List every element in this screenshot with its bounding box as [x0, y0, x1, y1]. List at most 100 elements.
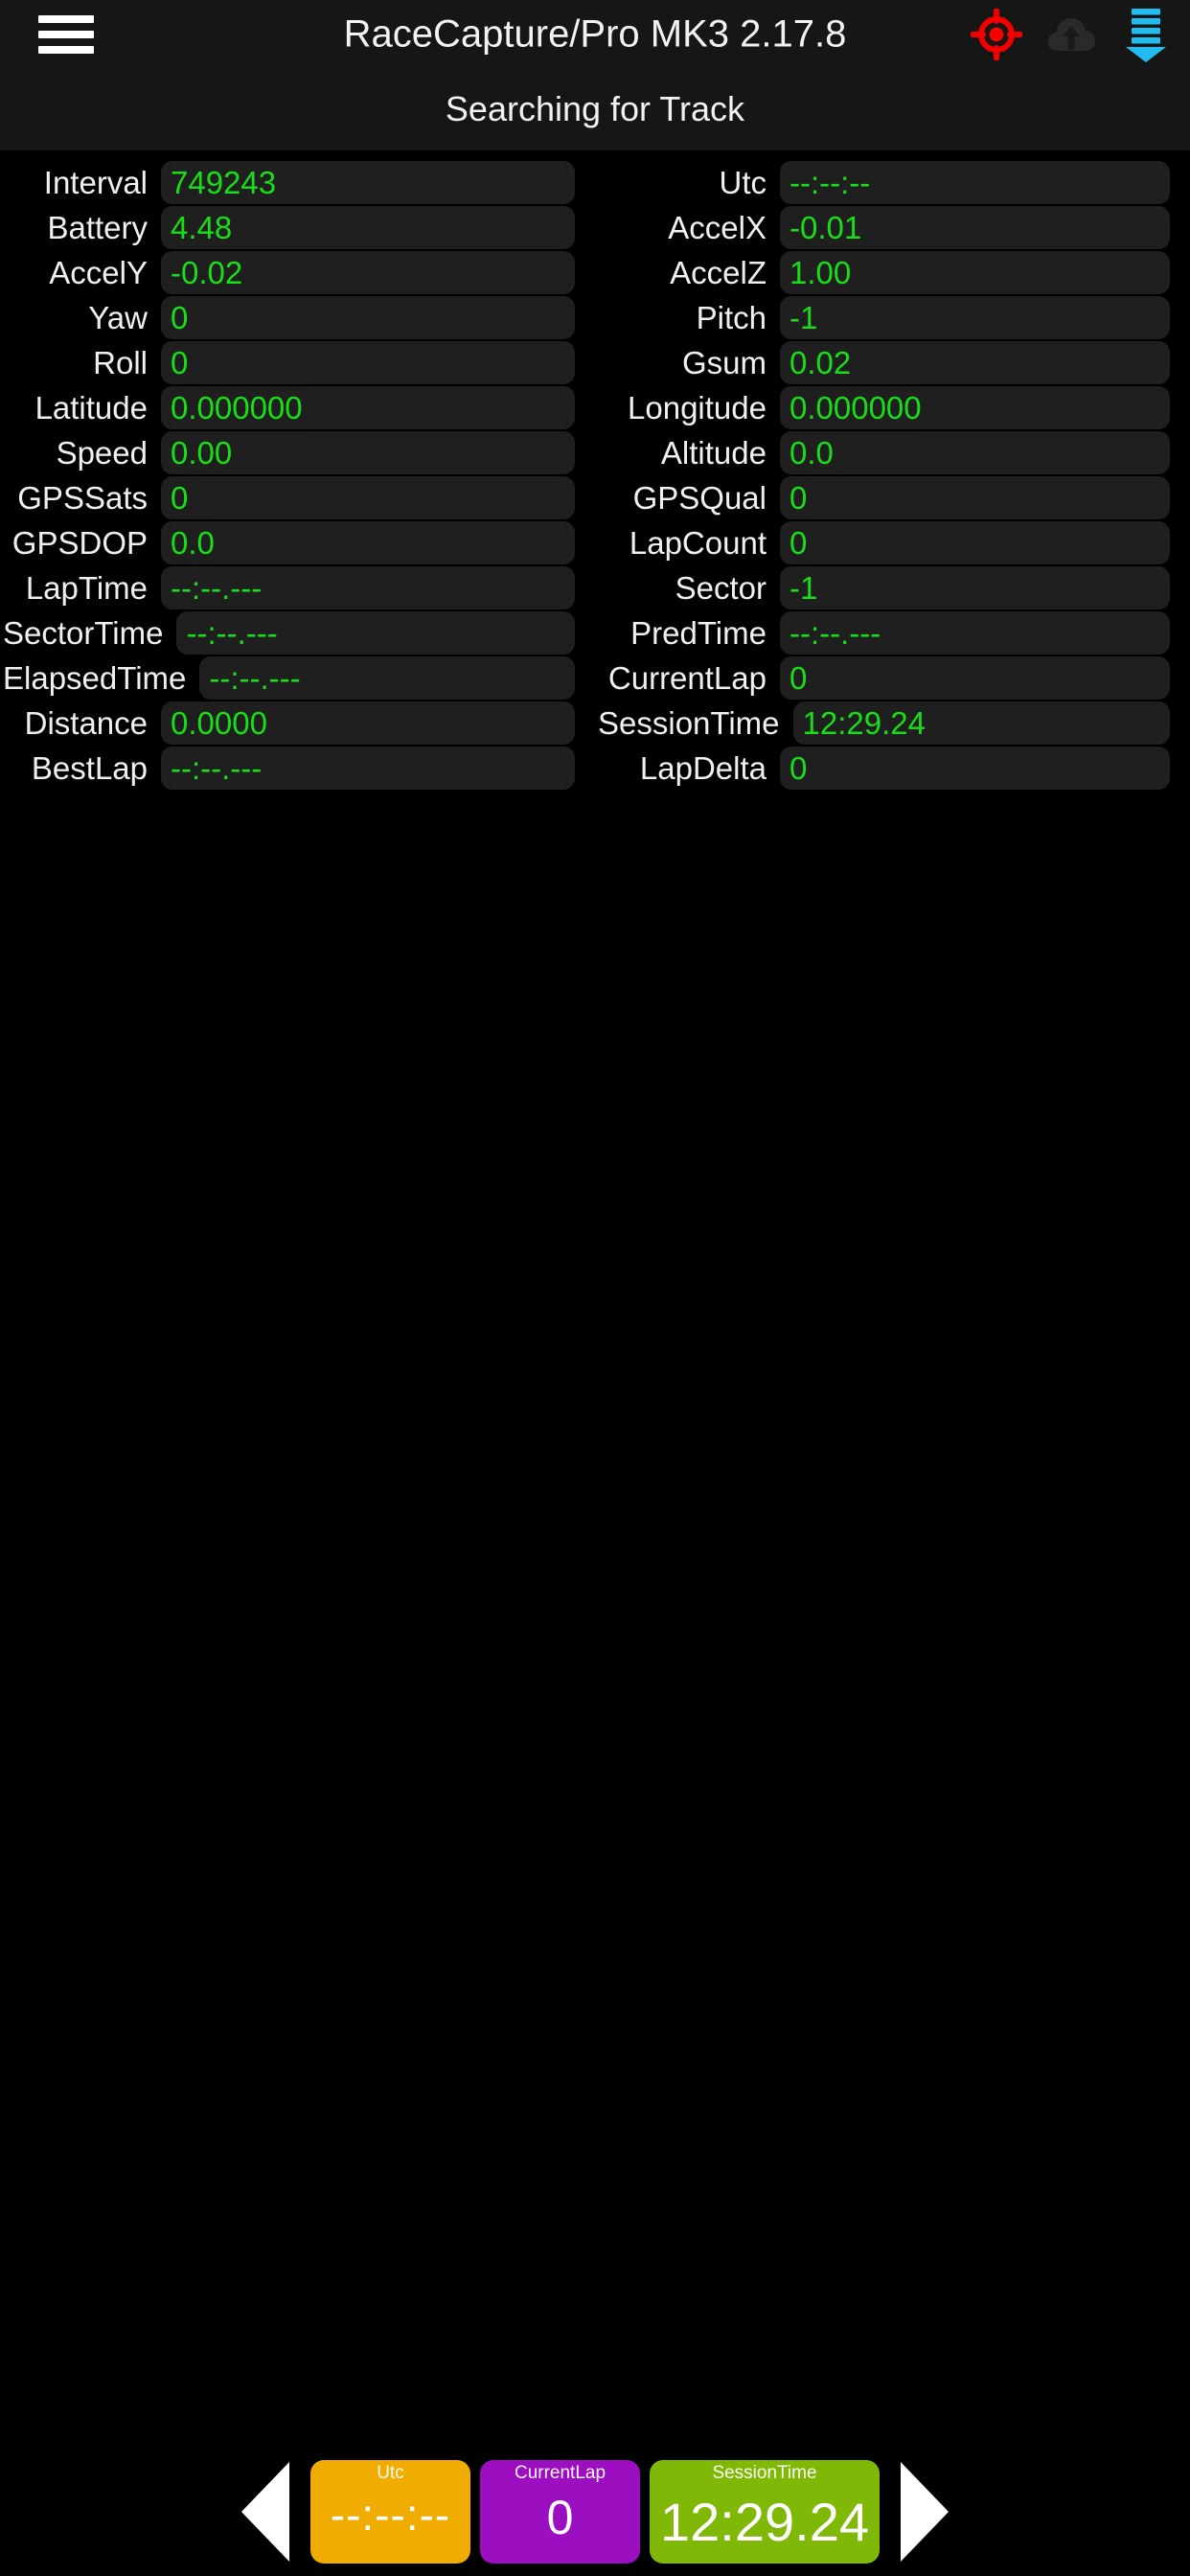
channel-label: AccelZ: [670, 254, 767, 290]
channel-label: Longitude: [628, 389, 767, 426]
channel-cell[interactable]: BestLap --:--.---: [0, 746, 595, 791]
channel-value: 0.0: [171, 525, 215, 561]
channel-cell[interactable]: ElapsedTime --:--.---: [0, 656, 595, 701]
channel-cell[interactable]: Altitude 0.0: [595, 430, 1190, 475]
channel-value-box: 12:29.24: [792, 702, 1170, 745]
channel-cell[interactable]: Gsum 0.02: [595, 340, 1190, 385]
channel-value-box: --:--.---: [161, 566, 575, 610]
channel-label: ElapsedTime: [3, 659, 187, 696]
channel-grid: Interval 749243 Utc --:--:-- Battery 4.48 Acce…: [0, 160, 1190, 791]
channel-value-box: 0.000000: [780, 386, 1170, 429]
channel-label: Sector: [675, 569, 767, 606]
channel-value-box: 0: [161, 476, 575, 519]
channel-value: -0.01: [790, 210, 862, 245]
channel-cell[interactable]: GPSQual 0: [595, 475, 1190, 520]
channel-cell[interactable]: AccelY -0.02: [0, 250, 595, 295]
channel-cell[interactable]: LapTime --:--.---: [0, 565, 595, 610]
channel-cell[interactable]: GPSDOP 0.0: [0, 520, 595, 565]
channel-label: Pitch: [696, 299, 767, 335]
arrow-left-icon[interactable]: [232, 2459, 299, 2564]
channel-value: 0: [171, 345, 189, 380]
channel-cell[interactable]: Utc --:--:--: [595, 160, 1190, 205]
channel-cell[interactable]: SessionTime 12:29.24: [595, 701, 1190, 746]
channel-cell[interactable]: PredTime --:--.---: [595, 610, 1190, 656]
channel-value: 0: [790, 525, 808, 561]
channel-label: Utc: [719, 164, 767, 200]
telemetry-download-icon[interactable]: [1119, 8, 1173, 62]
channel-value-box: 0: [780, 747, 1170, 790]
channel-label: Interval: [43, 164, 148, 200]
channel-cell[interactable]: Roll 0: [0, 340, 595, 385]
channel-label: LapTime: [25, 569, 148, 606]
channel-value-box: --:--.---: [176, 611, 575, 655]
channel-value-box: 4.48: [161, 206, 575, 249]
channel-value: --:--.---: [171, 570, 263, 606]
channel-cell[interactable]: GPSSats 0: [0, 475, 595, 520]
gauge-tile[interactable]: Utc --:--:--: [310, 2460, 470, 2564]
channel-cell[interactable]: Battery 4.48: [0, 205, 595, 250]
channel-label: LapCount: [629, 524, 767, 561]
channel-value: 4.48: [171, 210, 233, 245]
gauge-tile[interactable]: CurrentLap 0: [480, 2460, 640, 2564]
channel-cell[interactable]: SectorTime --:--.---: [0, 610, 595, 656]
channel-value: -1: [790, 300, 818, 335]
gauge-tile-value: 0: [546, 2490, 574, 2544]
channel-cell[interactable]: AccelZ 1.00: [595, 250, 1190, 295]
channel-label: Roll: [93, 344, 148, 380]
channel-label: GPSDOP: [11, 524, 148, 561]
channel-value-box: -0.02: [161, 251, 575, 294]
channel-value-box: 0: [161, 341, 575, 384]
channel-label: Gsum: [681, 344, 767, 380]
channel-label: Latitude: [34, 389, 148, 426]
channel-value-box: 0.02: [780, 341, 1170, 384]
channel-value-box: 0.000000: [161, 386, 575, 429]
channel-label: GPSQual: [632, 479, 767, 516]
channel-value-box: -1: [780, 296, 1170, 339]
channel-value: 0: [171, 480, 189, 516]
channel-label: BestLap: [31, 749, 148, 786]
channel-value: --:--.---: [790, 615, 881, 651]
channel-value: 0.0000: [171, 705, 267, 741]
channel-value-box: -1: [780, 566, 1170, 610]
arrow-right-icon[interactable]: [891, 2459, 958, 2564]
channel-value: -0.02: [171, 255, 243, 290]
channel-cell[interactable]: LapCount 0: [595, 520, 1190, 565]
channel-label: PredTime: [630, 614, 767, 651]
channel-label: SessionTime: [598, 704, 780, 741]
channel-value-box: 1.00: [780, 251, 1170, 294]
channel-cell[interactable]: Distance 0.0000: [0, 701, 595, 746]
racecapture-dashboard-screen: RaceCapture/Pro MK3 2.17.8 Searching for…: [0, 0, 1190, 2576]
channel-cell[interactable]: Speed 0.00: [0, 430, 595, 475]
gauge-tile[interactable]: SessionTime 12:29.24: [650, 2460, 880, 2564]
arrow-left-triangle: [241, 2462, 289, 2562]
channel-cell[interactable]: AccelX -0.01: [595, 205, 1190, 250]
channel-value: --:--.---: [186, 615, 278, 651]
channel-label: AccelY: [49, 254, 148, 290]
cloud-upload-icon[interactable]: [1044, 8, 1098, 61]
channel-label: Yaw: [88, 299, 148, 335]
channel-value-box: 0: [780, 656, 1170, 700]
channel-label: Distance: [24, 704, 148, 741]
channel-value: 0: [790, 660, 808, 696]
channel-value: 0.0: [790, 435, 834, 471]
channel-label: SectorTime: [3, 614, 164, 651]
channel-cell[interactable]: Yaw 0: [0, 295, 595, 340]
channel-cell[interactable]: Pitch -1: [595, 295, 1190, 340]
channel-cell[interactable]: Interval 749243: [0, 160, 595, 205]
channel-value: --:--.---: [171, 750, 263, 786]
channel-cell[interactable]: CurrentLap 0: [595, 656, 1190, 701]
channel-value: 0: [790, 480, 808, 516]
channel-cell[interactable]: Sector -1: [595, 565, 1190, 610]
gauge-tile-value: --:--:--: [330, 2489, 451, 2540]
channel-label: AccelX: [668, 209, 767, 245]
track-status-text: Searching for Track: [445, 89, 745, 128]
channel-value: --:--:--: [790, 165, 871, 200]
gauge-tile-group: Utc --:--:-- CurrentLap 0 SessionTime 12:29.2…: [310, 2460, 880, 2564]
channel-value-box: --:--:--: [780, 161, 1170, 204]
channel-value-box: 0.0: [161, 521, 575, 564]
channel-cell[interactable]: LapDelta 0: [595, 746, 1190, 791]
gps-target-icon[interactable]: [970, 8, 1023, 61]
channel-value-box: --:--.---: [780, 611, 1170, 655]
channel-cell[interactable]: Latitude 0.000000: [0, 385, 595, 430]
channel-cell[interactable]: Longitude 0.000000: [595, 385, 1190, 430]
